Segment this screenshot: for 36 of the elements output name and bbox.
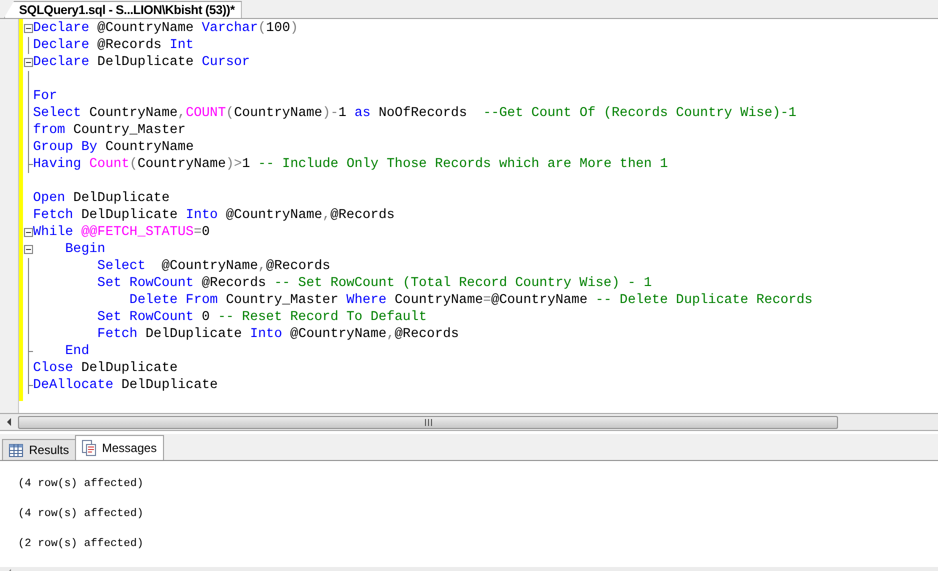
code-line: Declare DelDuplicate Cursor [33, 54, 250, 71]
horizontal-scrollbar[interactable] [0, 413, 938, 431]
code-line: While @@FETCH_STATUS=0 [33, 224, 210, 241]
message-line: (4 row(s) affected) [18, 477, 144, 492]
code-line: Close DelDuplicate [33, 360, 178, 377]
code-line: Having Count(CountryName)>1 -- Include Only Those Records which are More then 1 [33, 156, 668, 173]
code-line: Open DelDuplicate [33, 190, 170, 207]
code-line: DeAllocate DelDuplicate [33, 377, 218, 394]
document-tab[interactable]: SQLQuery1.sql - S...LION\Kbisht (53))* [4, 1, 242, 18]
result-tab[interactable]: Results [2, 439, 76, 460]
grip-icon [424, 418, 432, 426]
message-line: (2 row(s) affected) [18, 537, 144, 552]
code-line: End [64, 343, 90, 360]
code-line: Declare @Records Int [33, 37, 194, 54]
code-line: Begin [64, 241, 106, 258]
scrollbar-thumb[interactable] [18, 416, 838, 428]
code-line: Set RowCount 0 -- Reset Record To Default [96, 309, 427, 326]
code-line: Group By CountryName [33, 139, 194, 156]
code-line: Declare @CountryName Varchar(100) [33, 20, 298, 37]
code-line: from Country_Master [33, 122, 186, 139]
code-line: Fetch DelDuplicate Into @CountryName,@Records [33, 207, 395, 224]
code-line: Select @CountryName,@Records [96, 258, 330, 275]
collapse-icon[interactable] [24, 24, 32, 33]
message-line: (4 row(s) affected) [18, 507, 144, 522]
code-line: For [33, 88, 58, 105]
document-icon [82, 440, 96, 456]
collapse-icon[interactable] [24, 58, 32, 67]
scroll-left-icon[interactable] [6, 418, 12, 426]
result-tab[interactable]: Messages [75, 435, 164, 460]
code-line: Set RowCount @Records -- Set RowCount (Total Record Country Wise) - 1 [96, 275, 652, 292]
code-line: Fetch DelDuplicate Into @CountryName,@Records [96, 326, 459, 343]
collapse-icon[interactable] [24, 245, 32, 254]
grid-icon [9, 444, 23, 456]
code-line: Select CountryName,COUNT(CountryName)-1 as NoOfRecords --Get Count Of (Records Country Wise)-1 [33, 105, 796, 122]
collapse-icon[interactable] [24, 228, 32, 237]
code-line: Delete From Country_Master Where CountryName=@CountryName -- Delete Duplicate Records [128, 292, 813, 309]
